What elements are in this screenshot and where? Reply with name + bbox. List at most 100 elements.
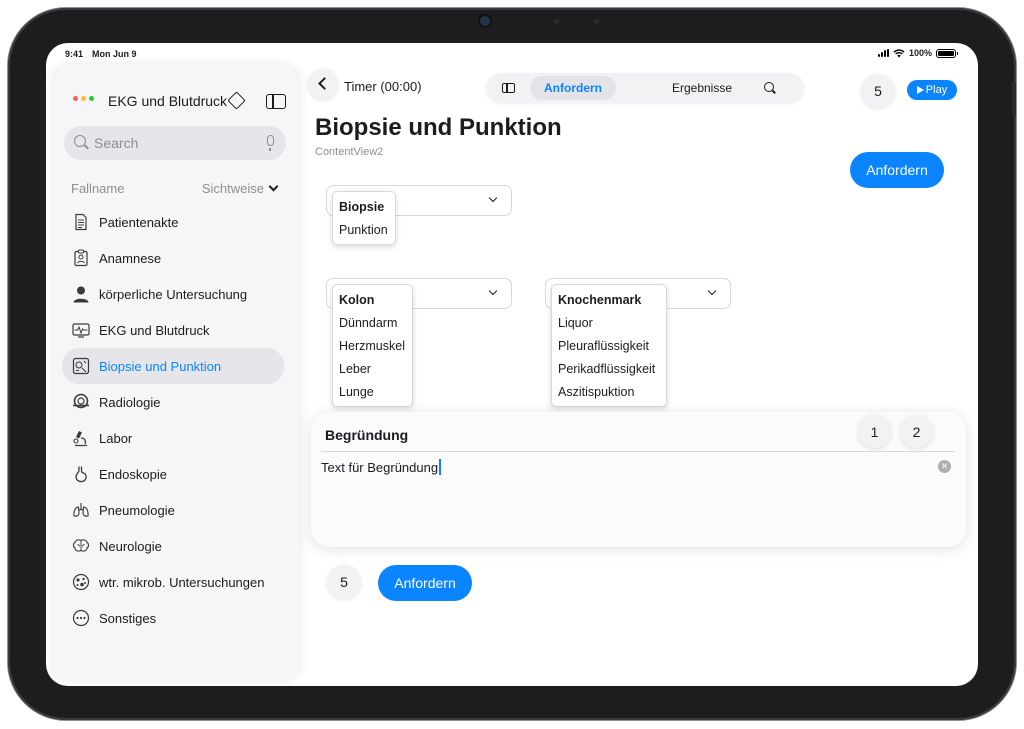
menu-item[interactable]: Perikadflüssigkeit bbox=[552, 357, 666, 380]
page-title: Biopsie und Punktion bbox=[315, 114, 562, 141]
sidebar-item-label: Radiologie bbox=[99, 394, 161, 410]
divider bbox=[321, 451, 955, 452]
cellular-signal-icon bbox=[877, 49, 889, 57]
tab-ergebnisse[interactable]: Ergebnisse bbox=[656, 76, 748, 100]
menu-item[interactable]: Pleuraflüssigkeit bbox=[552, 334, 666, 357]
counter-button[interactable]: 5 bbox=[861, 74, 895, 108]
maximize-dot-icon[interactable] bbox=[89, 96, 94, 101]
chevron-down-icon bbox=[268, 181, 279, 192]
option-1-button[interactable]: 1 bbox=[858, 415, 891, 448]
minimize-dot-icon[interactable] bbox=[81, 96, 86, 101]
sidebar-title: EKG und Blutdruck bbox=[108, 93, 228, 109]
search-icon[interactable] bbox=[764, 82, 774, 92]
sensor-dot bbox=[554, 19, 559, 24]
menu-item[interactable]: Liquor bbox=[552, 311, 666, 334]
sidebar-item-endoskopie[interactable]: Endoskopie bbox=[62, 456, 284, 492]
search-bar[interactable] bbox=[64, 126, 286, 160]
menu-item[interactable]: Punktion bbox=[333, 218, 395, 241]
sidebar-item-sonstiges[interactable]: Sonstiges bbox=[62, 600, 284, 636]
search-input[interactable] bbox=[94, 134, 254, 152]
segmented-control: Anfordern Ergebnisse bbox=[486, 73, 804, 103]
document-icon bbox=[72, 213, 90, 231]
menu-item[interactable]: Knochenmark bbox=[552, 288, 666, 311]
menu-item[interactable]: Kolon bbox=[333, 288, 412, 311]
microscope-icon bbox=[72, 429, 90, 447]
close-dot-icon[interactable] bbox=[73, 96, 78, 101]
sidebar-icon[interactable] bbox=[502, 83, 515, 93]
sidebar-item-anamnese[interactable]: Anamnese bbox=[62, 240, 284, 276]
camera-lens bbox=[480, 16, 490, 26]
brain-icon bbox=[72, 537, 90, 555]
chevron-down-icon bbox=[488, 286, 498, 296]
chevron-down-icon bbox=[488, 193, 498, 203]
option-2-button[interactable]: 2 bbox=[900, 415, 933, 448]
battery-level bbox=[938, 50, 954, 56]
sidebar-item-mikrob-untersuchungen[interactable]: wtr. mikrob. Untersuchungen bbox=[62, 564, 284, 600]
diamond-icon[interactable] bbox=[227, 91, 246, 110]
sidebar-item-radiologie[interactable]: Radiologie bbox=[62, 384, 284, 420]
view-selector-label: Sichtweise bbox=[201, 181, 264, 196]
clipboard-icon bbox=[72, 249, 90, 267]
sidebar-item-label: Sonstiges bbox=[99, 610, 157, 626]
bacteria-icon bbox=[72, 573, 90, 591]
picker-organ-menu: Kolon Dünndarm Herzmuskel Leber Lunge bbox=[332, 284, 413, 407]
request-button-top[interactable]: Anfordern bbox=[850, 152, 944, 188]
reason-card-title: Begründung bbox=[325, 427, 409, 443]
nav-list: Patientenakte Anamnese körperliche Unter… bbox=[62, 204, 284, 636]
sidebar-item-label: Anamnese bbox=[99, 250, 162, 266]
reason-card: Begründung 1 2 Text für Begründung ✕ bbox=[311, 412, 966, 547]
window-controls[interactable] bbox=[73, 96, 94, 101]
sidebar-item-pneumologie[interactable]: Pneumologie bbox=[62, 492, 284, 528]
hardware-button bbox=[1012, 82, 1016, 116]
status-time: 9:41 bbox=[65, 49, 84, 59]
menu-item[interactable]: Leber bbox=[333, 357, 412, 380]
sidebar-item-label: Labor bbox=[99, 430, 133, 446]
sidebar-item-label: EKG und Blutdruck bbox=[99, 322, 210, 338]
reason-text-field[interactable]: Text für Begründung bbox=[321, 458, 931, 476]
microphone-icon[interactable] bbox=[267, 135, 274, 151]
sidebar-item-patientenakte[interactable]: Patientenakte bbox=[62, 204, 284, 240]
chevron-down-icon bbox=[707, 286, 717, 296]
doctor-icon bbox=[72, 285, 90, 303]
picker-fluid-menu: Knochenmark Liquor Pleuraflüssigkeit Per… bbox=[551, 284, 667, 407]
sidebar-item-labor[interactable]: Labor bbox=[62, 420, 284, 456]
clear-icon[interactable]: ✕ bbox=[938, 460, 951, 473]
menu-item[interactable]: Herzmuskel bbox=[333, 334, 412, 357]
page-subtitle: ContentView2 bbox=[315, 146, 384, 158]
sidebar-toggle-icon[interactable] bbox=[266, 94, 286, 109]
play-button[interactable]: Play bbox=[907, 80, 957, 100]
mri-scanner-icon bbox=[72, 393, 90, 411]
request-button-bottom[interactable]: Anfordern bbox=[378, 565, 472, 601]
sidebar-item-label: Biopsie und Punktion bbox=[99, 358, 222, 374]
sidebar-item-ekg-und-blutdruck[interactable]: EKG und Blutdruck bbox=[62, 312, 284, 348]
biopsy-icon bbox=[72, 357, 90, 375]
search-icon bbox=[74, 135, 86, 147]
sidebar-item-label: körperliche Untersuchung bbox=[99, 286, 248, 302]
sidebar-item-biopsie-und-punktion[interactable]: Biopsie und Punktion bbox=[62, 348, 284, 384]
sidebar-item-koerperliche-untersuchung[interactable]: körperliche Untersuchung bbox=[62, 276, 284, 312]
play-label: Play bbox=[925, 84, 948, 96]
lungs-icon bbox=[72, 501, 90, 519]
battery-icon bbox=[936, 48, 958, 58]
section-header: Fallname Sichtweise bbox=[71, 181, 279, 196]
play-icon bbox=[916, 86, 924, 94]
sidebar-item-neurologie[interactable]: Neurologie bbox=[62, 528, 284, 564]
stomach-icon bbox=[72, 465, 90, 483]
tab-anfordern[interactable]: Anfordern bbox=[530, 76, 616, 100]
sidebar-item-label: Endoskopie bbox=[99, 466, 167, 482]
menu-item[interactable]: Lunge bbox=[333, 380, 412, 403]
sidebar-item-label: Pneumologie bbox=[99, 502, 175, 518]
menu-item[interactable]: Aszitispuktion bbox=[552, 380, 666, 403]
menu-item[interactable]: Biopsie bbox=[333, 195, 395, 218]
battery-percent: 100% bbox=[908, 48, 932, 58]
sensor-dot bbox=[594, 19, 599, 24]
screen: 9:41 Mon Jun 9 100% EKG und Blutdruck Se… bbox=[46, 43, 978, 686]
chevron-left-icon bbox=[318, 77, 331, 90]
sidebar-item-label: Neurologie bbox=[99, 538, 162, 554]
text-caret bbox=[439, 459, 442, 475]
counter-button-bottom[interactable]: 5 bbox=[327, 565, 361, 599]
back-button[interactable] bbox=[308, 69, 338, 99]
view-selector[interactable]: Sichtweise bbox=[201, 181, 279, 196]
picker-type-menu: Biopsie Punktion bbox=[332, 191, 396, 245]
menu-item[interactable]: Dünndarm bbox=[333, 311, 412, 334]
